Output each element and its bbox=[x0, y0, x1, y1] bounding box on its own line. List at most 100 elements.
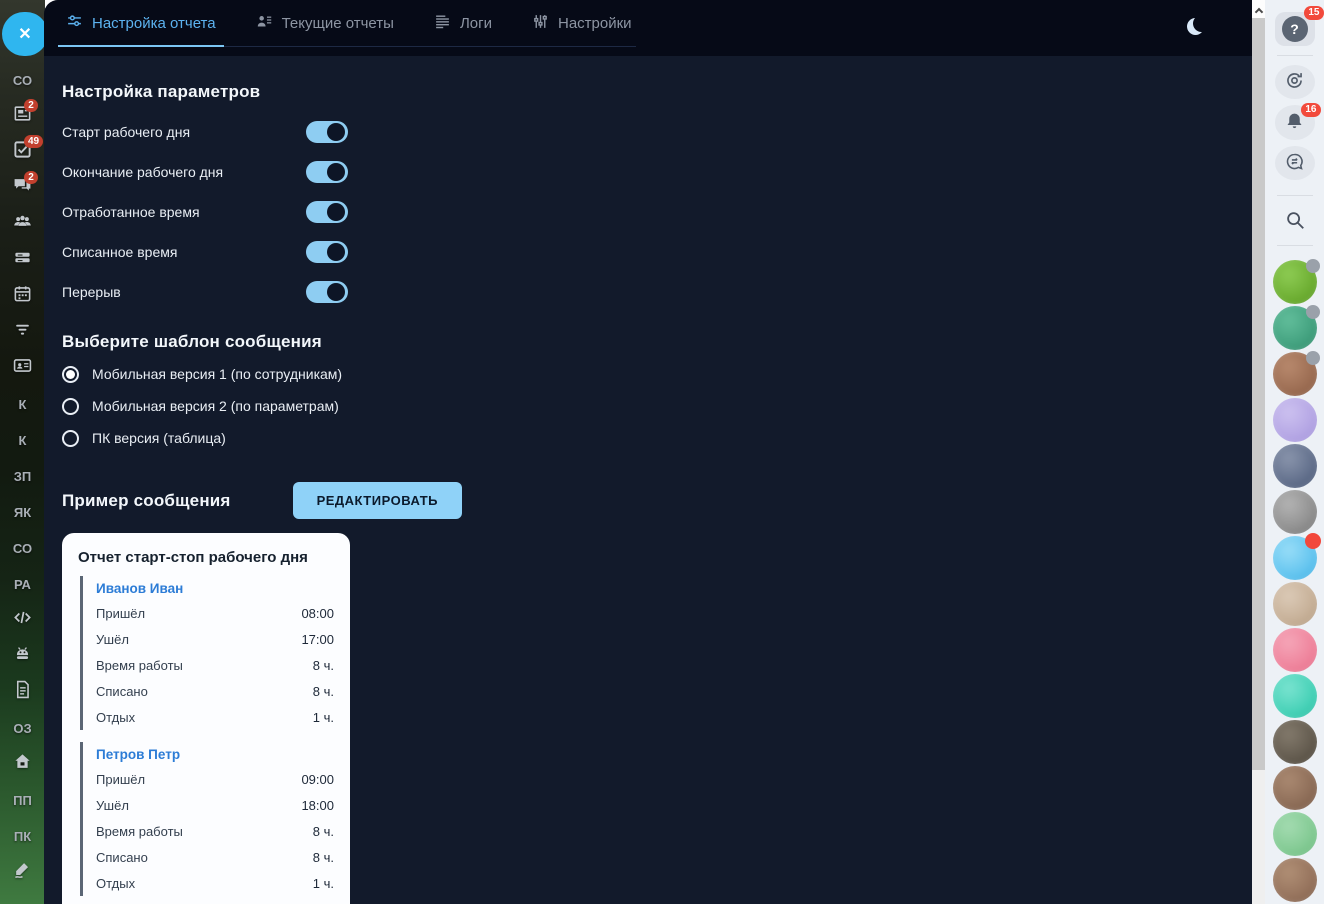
sidebar-item-feed[interactable] bbox=[0, 314, 45, 350]
left-sidebar: ✕ СО 2 49 2 К К ЗП ЯК СО РА ОЗ ПП ПК bbox=[0, 0, 48, 904]
sidebar-item-contacts[interactable] bbox=[0, 350, 45, 386]
toggle-start-of-day[interactable] bbox=[306, 121, 348, 143]
contact-avatar[interactable] bbox=[1272, 490, 1317, 536]
news-badge: 2 bbox=[24, 99, 38, 112]
sidebar-item-chat[interactable]: 2 bbox=[0, 170, 45, 206]
toggle-row-start: Старт рабочего дня bbox=[62, 112, 1252, 152]
toggle-row-end: Окончание рабочего дня bbox=[62, 152, 1252, 192]
edit-button[interactable]: РЕДАКТИРОВАТЬ bbox=[292, 482, 462, 519]
search-button[interactable] bbox=[1275, 207, 1315, 236]
close-button[interactable]: ✕ bbox=[2, 12, 48, 56]
avatar bbox=[1272, 490, 1317, 535]
sidebar-item-code[interactable] bbox=[0, 602, 45, 638]
document-icon bbox=[13, 680, 32, 704]
report-row: Время работы 8 ч. bbox=[96, 823, 334, 839]
report-row: Списано 8 ч. bbox=[96, 849, 334, 865]
contact-avatar[interactable] bbox=[1272, 674, 1317, 720]
sidebar-item-drive[interactable] bbox=[0, 242, 45, 278]
presence-dot bbox=[1305, 259, 1320, 274]
help-button[interactable]: ? 15 bbox=[1274, 6, 1324, 47]
tab-bar: Настройка отчета Текущие отчеты Логи Нас… bbox=[58, 0, 636, 47]
contact-card-icon bbox=[13, 356, 32, 380]
avatar bbox=[1272, 398, 1317, 443]
contact-avatar[interactable] bbox=[1272, 766, 1317, 812]
example-header: Пример сообщения РЕДАКТИРОВАТЬ bbox=[62, 482, 1252, 519]
sync-button[interactable] bbox=[1274, 65, 1315, 100]
presence-dot bbox=[1305, 351, 1320, 366]
tab-current-reports[interactable]: Текущие отчеты bbox=[256, 0, 394, 46]
template-title: Выберите шаблон сообщения bbox=[62, 332, 322, 351]
employee-block: Иванов Иван Пришёл 08:00 Ушёл 17:00 Время … bbox=[80, 576, 334, 730]
toggle-worked-time[interactable] bbox=[306, 201, 348, 223]
close-icon: ✕ bbox=[18, 26, 32, 43]
tab-settings[interactable]: Настройки bbox=[532, 0, 632, 46]
avatar bbox=[1272, 858, 1317, 903]
sidebar-item-oz[interactable]: ОЗ bbox=[0, 710, 45, 746]
contact-avatar[interactable] bbox=[1272, 858, 1317, 904]
presence-dot bbox=[1305, 305, 1320, 320]
radio-mobile-2[interactable]: Мобильная версия 2 (по параметрам) bbox=[62, 390, 1252, 422]
sidebar-item-pk[interactable]: ПК bbox=[0, 818, 45, 854]
contact-avatar[interactable] bbox=[1272, 582, 1317, 628]
divider bbox=[1276, 194, 1313, 196]
contact-avatar[interactable] bbox=[1272, 720, 1317, 766]
contact-avatar[interactable] bbox=[1272, 533, 1321, 582]
sidebar-item-news[interactable]: 2 bbox=[0, 98, 45, 134]
sidebar-item-co2[interactable]: СО bbox=[0, 530, 45, 566]
scrollbar-thumb[interactable] bbox=[1252, 18, 1265, 770]
toggle-break[interactable] bbox=[306, 281, 348, 303]
sidebar-item-document[interactable] bbox=[0, 674, 45, 710]
contact-avatar[interactable] bbox=[1272, 259, 1320, 306]
messenger-button[interactable] bbox=[1274, 145, 1315, 180]
sidebar-item-k1[interactable]: К bbox=[0, 386, 45, 422]
sidebar-item-android[interactable] bbox=[0, 638, 45, 674]
sidebar-item-people[interactable] bbox=[0, 206, 45, 242]
toggle-row-logged: Списанное время bbox=[62, 232, 1252, 272]
avatar bbox=[1272, 766, 1317, 811]
sidebar-item-ra[interactable]: РА bbox=[0, 566, 45, 602]
contact-avatar[interactable] bbox=[1272, 351, 1320, 398]
right-rail: ? 15 16 bbox=[1265, 0, 1324, 904]
contact-avatar[interactable] bbox=[1272, 398, 1317, 444]
radio-icon bbox=[62, 397, 79, 415]
avatar bbox=[1272, 720, 1317, 765]
feed-icon bbox=[13, 320, 32, 344]
sidebar-item-signature[interactable] bbox=[0, 854, 45, 890]
divider bbox=[1276, 55, 1313, 57]
params-title: Настройка параметров bbox=[62, 82, 261, 101]
toggle-row-worked: Отработанное время bbox=[62, 192, 1252, 232]
dark-mode-toggle[interactable] bbox=[1187, 18, 1204, 35]
sidebar-item-k2[interactable]: К bbox=[0, 422, 45, 458]
sidebar-item-tasks[interactable]: 49 bbox=[0, 134, 45, 170]
radio-pc-table[interactable]: ПК версия (таблица) bbox=[62, 422, 1252, 454]
chat-arrows-icon bbox=[1284, 151, 1305, 175]
sidebar-item-co[interactable]: СО bbox=[0, 62, 45, 98]
sidebar-item-calendar[interactable] bbox=[0, 278, 45, 314]
scroll-up-button[interactable] bbox=[1252, 0, 1265, 18]
android-icon bbox=[13, 644, 32, 668]
scrollbar bbox=[1252, 0, 1265, 904]
sidebar-item-yak[interactable]: ЯК bbox=[0, 494, 45, 530]
sidebar-item-pp[interactable]: ПП bbox=[0, 782, 45, 818]
contact-avatar[interactable] bbox=[1272, 444, 1317, 490]
divider bbox=[1276, 245, 1313, 247]
contacts-list bbox=[1272, 259, 1321, 904]
sidebar-item-zp[interactable]: ЗП bbox=[0, 458, 45, 494]
contact-avatar[interactable] bbox=[1272, 812, 1317, 858]
toggle-end-of-day[interactable] bbox=[306, 161, 348, 183]
tab-report-setup[interactable]: Настройка отчета bbox=[58, 0, 224, 47]
radio-mobile-1[interactable]: Мобильная версия 1 (по сотрудникам) bbox=[62, 358, 1252, 390]
report-row: Списано 8 ч. bbox=[96, 683, 334, 699]
mixer-icon bbox=[532, 13, 549, 34]
sidebar-item-home[interactable] bbox=[0, 746, 45, 782]
search-icon bbox=[1284, 209, 1306, 234]
tab-logs[interactable]: Логи bbox=[434, 0, 492, 46]
contact-avatar[interactable] bbox=[1272, 305, 1320, 352]
report-row: Ушёл 17:00 bbox=[96, 631, 334, 647]
contact-avatar[interactable] bbox=[1272, 628, 1317, 674]
avatar bbox=[1272, 582, 1317, 627]
notifications-button[interactable]: 16 bbox=[1274, 103, 1321, 140]
toggle-logged-time[interactable] bbox=[306, 241, 348, 263]
report-settings-panel: Настройка отчета Текущие отчеты Логи Нас… bbox=[44, 0, 1252, 904]
report-row: Ушёл 18:00 bbox=[96, 797, 334, 813]
